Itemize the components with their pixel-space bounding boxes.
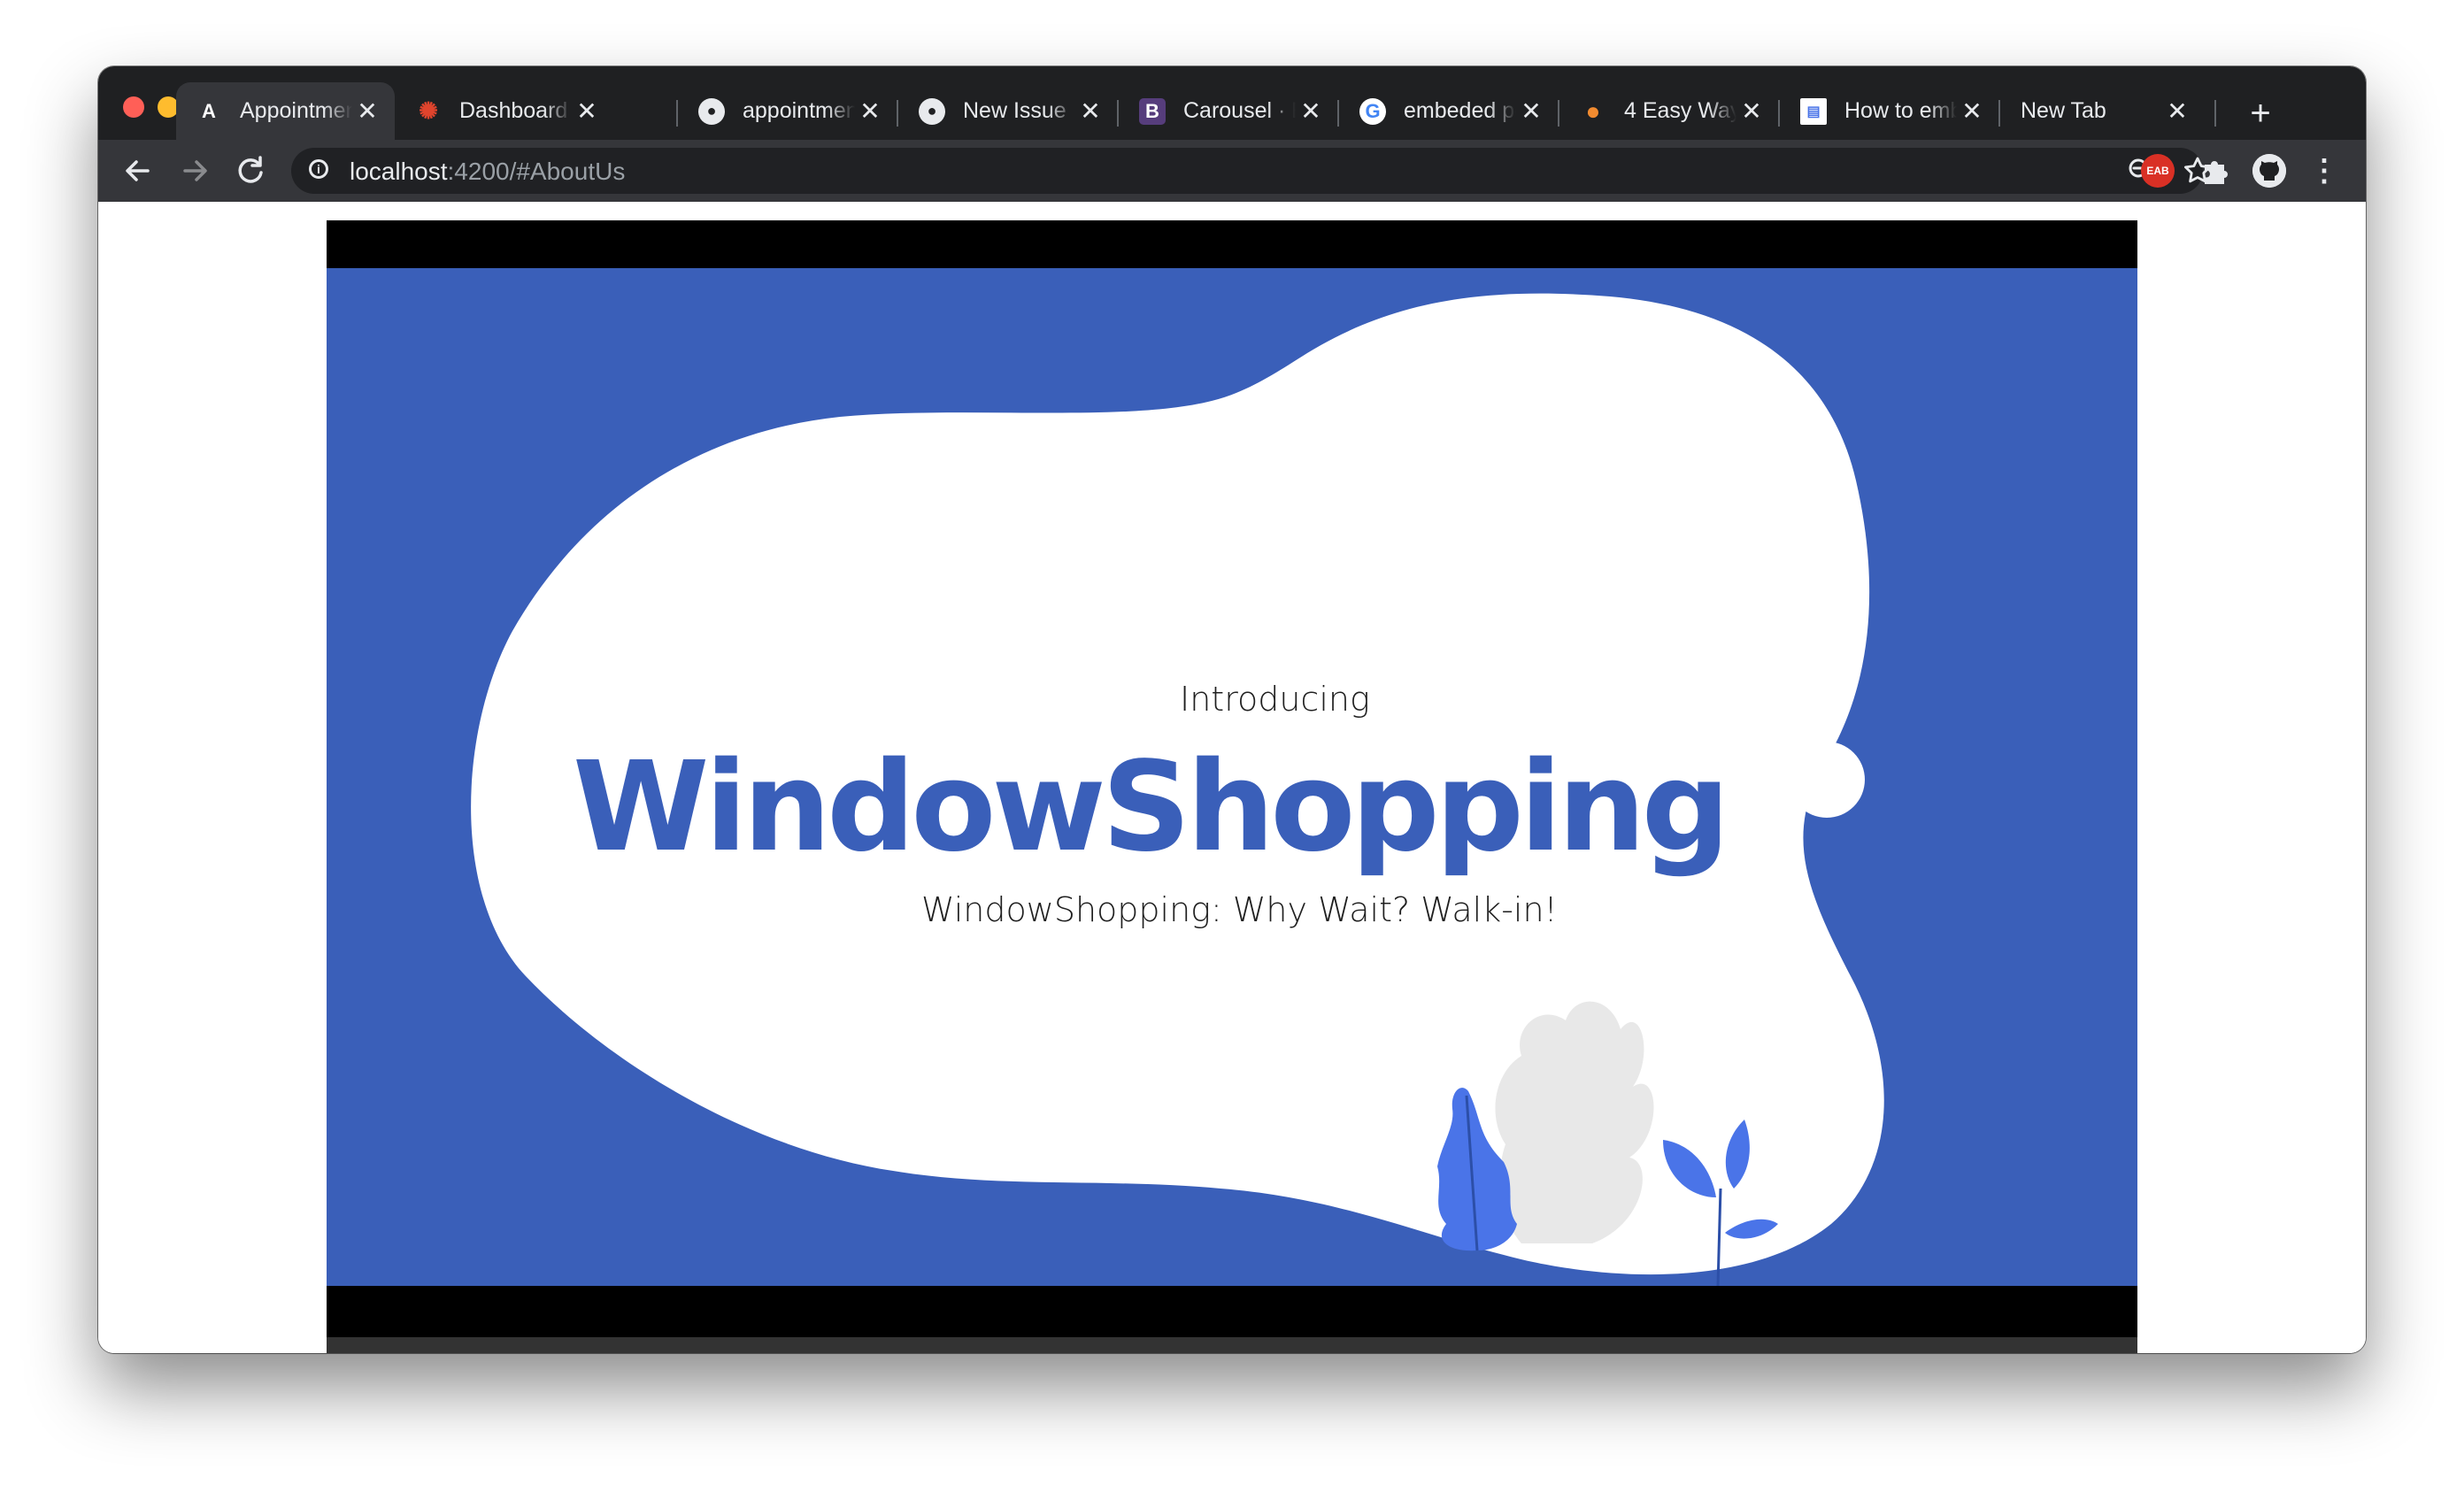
tab-title: Appointment — [240, 98, 352, 123]
embedded-slide-viewer[interactable]: Introducing WindowShopping WindowShoppin… — [327, 220, 2137, 1353]
address-bar[interactable]: i localhost:4200/#AboutUs — [291, 148, 2211, 194]
github-icon: ● — [698, 97, 725, 125]
peach-icon: ● — [1585, 96, 1601, 125]
bootstrap-icon: B — [1139, 97, 1166, 125]
url-text[interactable]: localhost:4200/#AboutUs — [350, 158, 625, 186]
reload-icon[interactable] — [229, 149, 273, 193]
tab-title: New Tab — [2021, 98, 2106, 123]
large-white-dot — [1789, 742, 1865, 818]
page-viewport: Introducing WindowShopping WindowShoppin… — [98, 202, 2366, 1353]
tab-divider — [1778, 100, 1780, 127]
github-extension-icon[interactable] — [2252, 154, 2286, 188]
tab-how-to-embed[interactable]: ▤ How to embed ✕ — [1781, 82, 1999, 140]
tab-divider — [1998, 100, 2000, 127]
tab-divider — [897, 100, 898, 127]
tab-close-icon[interactable]: ✕ — [1296, 96, 1326, 126]
tab-dashboard[interactable]: ✺ Dashboard ✕ — [396, 82, 614, 140]
tab-close-icon[interactable]: ✕ — [1957, 96, 1987, 126]
tab-title: appointment — [743, 98, 855, 123]
intro-label: Introducing — [1180, 680, 1370, 719]
tab-new-issue[interactable]: ● New Issue ✕ — [899, 82, 1118, 140]
document-icon: ▤ — [1800, 97, 1827, 125]
url-path: :4200/#AboutUs — [447, 158, 626, 185]
tab-github-appointment[interactable]: ● appointment ✕ — [679, 82, 897, 140]
slide-canvas: Introducing WindowShopping WindowShoppin… — [327, 268, 2137, 1286]
back-icon[interactable] — [116, 149, 160, 193]
tab-close-icon[interactable]: ✕ — [1516, 96, 1546, 126]
tab-new-tab[interactable]: New Tab ✕ — [2001, 82, 2205, 140]
close-window-button[interactable] — [123, 96, 144, 118]
tab-title: Carousel · Bootstrap — [1183, 98, 1296, 123]
tab-embeded[interactable]: G embeded pdf ✕ — [1340, 82, 1559, 140]
extensions-puzzle-icon[interactable] — [2198, 154, 2231, 188]
tab-close-icon[interactable]: ✕ — [1075, 96, 1105, 126]
tab-close-icon[interactable]: ✕ — [855, 96, 885, 126]
browser-window: A Appointment ✕ ✺ Dashboard ✕ ● appointm… — [98, 66, 2366, 1353]
tagline: WindowShopping: Why Wait? Walk-in! — [921, 890, 1558, 929]
viewer-controls-bar[interactable] — [327, 1337, 2137, 1353]
tab-close-icon[interactable]: ✕ — [572, 96, 602, 126]
tab-divider — [1558, 100, 1559, 127]
tab-title: Dashboard — [459, 98, 568, 123]
small-white-dot — [1822, 679, 1854, 711]
new-tab-button[interactable]: + — [2240, 93, 2281, 134]
menu-kebab-icon[interactable]: ⋮ — [2307, 154, 2341, 188]
site-info-icon[interactable]: i — [309, 159, 328, 179]
tab-title: 4 Easy Ways — [1624, 98, 1736, 123]
tab-divider — [1337, 100, 1339, 127]
tab-divider — [2214, 100, 2216, 127]
dashboard-icon: ✺ — [419, 97, 438, 124]
forward-icon[interactable] — [173, 149, 217, 193]
google-icon: G — [1359, 97, 1386, 125]
tab-title: New Issue — [963, 98, 1066, 123]
tab-carousel[interactable]: B Carousel · Bootstrap ✕ — [1120, 82, 1338, 140]
tab-title: How to embed — [1844, 98, 1957, 123]
tab-close-icon[interactable]: ✕ — [352, 96, 382, 126]
brand-wordmark: WindowShopping — [573, 735, 1730, 880]
tab-divider — [676, 100, 678, 127]
tab-divider — [1117, 100, 1119, 127]
eab-extension-icon[interactable]: EAB — [2141, 154, 2175, 188]
url-host: localhost — [350, 158, 448, 185]
tab-close-icon[interactable]: ✕ — [2162, 96, 2192, 126]
tab-strip: A Appointment ✕ ✺ Dashboard ✕ ● appointm… — [98, 66, 2366, 140]
tab-4-easy-ways[interactable]: ● 4 Easy Ways ✕ — [1560, 82, 1779, 140]
github-icon: ● — [919, 97, 945, 125]
tab-title: embeded pdf — [1404, 98, 1516, 123]
tab-close-icon[interactable]: ✕ — [1736, 96, 1767, 126]
tab-appointment[interactable]: A Appointment ✕ — [176, 82, 395, 140]
angular-icon: A — [202, 99, 216, 122]
browser-toolbar: i localhost:4200/#AboutUs EAB ⋮ — [98, 140, 2366, 202]
